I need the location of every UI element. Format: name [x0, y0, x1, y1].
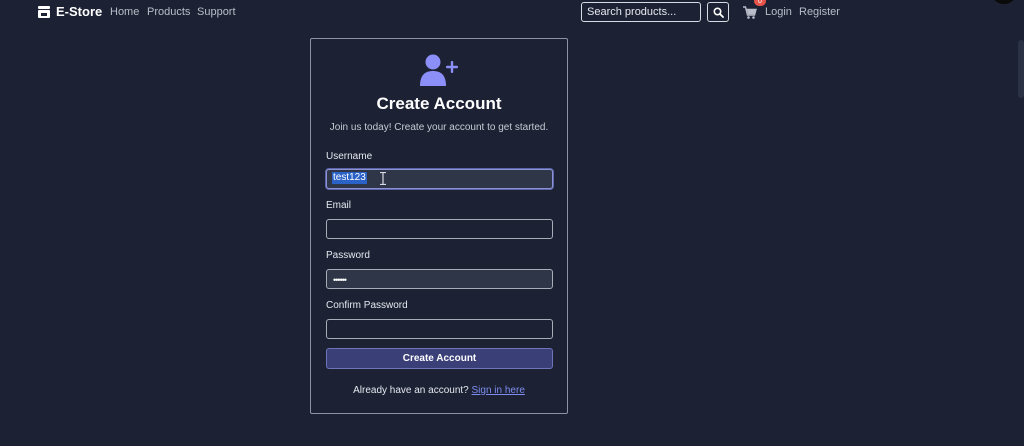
password-label: Password: [326, 250, 370, 261]
nav-link-register[interactable]: Register: [799, 6, 840, 18]
top-navbar: E-Store Home Products Support 0 Login Re…: [0, 0, 1024, 26]
text-cursor-icon: [380, 172, 386, 185]
signin-prompt-text: Already have an account?: [353, 385, 469, 396]
search-icon: [712, 6, 724, 18]
username-value: test123: [332, 172, 367, 184]
password-field[interactable]: [326, 269, 553, 289]
nav-link-products[interactable]: Products: [147, 6, 190, 18]
signin-link[interactable]: Sign in here: [472, 385, 525, 396]
user-plus-icon: [420, 54, 458, 86]
scrollbar-thumb[interactable]: [1018, 40, 1024, 98]
password-value: ••••••: [333, 275, 347, 285]
cart-icon[interactable]: [743, 6, 757, 20]
confirm-password-label: Confirm Password: [326, 300, 408, 311]
nav-link-home[interactable]: Home: [110, 6, 139, 18]
search-input[interactable]: [581, 2, 701, 22]
confirm-password-field[interactable]: [326, 319, 553, 339]
search-button[interactable]: [707, 2, 729, 22]
email-field[interactable]: [326, 219, 553, 239]
signin-prompt: Already have an account? Sign in here: [311, 385, 567, 396]
create-account-button[interactable]: Create Account: [326, 348, 553, 369]
store-icon: [38, 5, 50, 18]
register-card: Create Account Join us today! Create you…: [310, 38, 568, 414]
username-label: Username: [326, 151, 373, 162]
brand-name: E-Store: [56, 4, 103, 19]
page-title: Create Account: [376, 94, 502, 113]
nav-link-login[interactable]: Login: [765, 6, 792, 18]
nav-link-support[interactable]: Support: [197, 6, 236, 18]
brand-logo[interactable]: E-Store: [37, 4, 102, 19]
page-subtitle: Join us today! Create your account to ge…: [329, 122, 549, 133]
email-label: Email: [326, 200, 352, 211]
